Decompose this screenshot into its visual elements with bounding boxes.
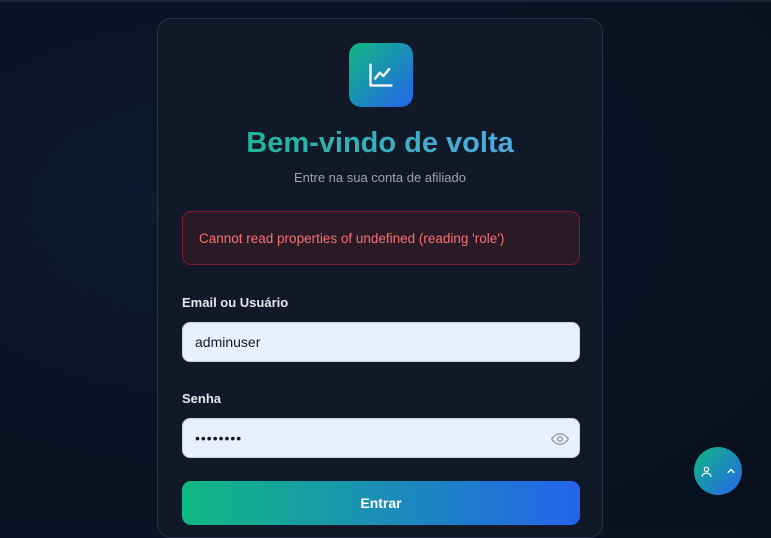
email-field-wrapper — [182, 322, 580, 362]
error-message: Cannot read properties of undefined (rea… — [199, 230, 505, 246]
floating-widget-button[interactable] — [694, 447, 742, 495]
login-card: Bem-vindo de volta Entre na sua conta de… — [157, 18, 603, 538]
error-alert: Cannot read properties of undefined (rea… — [182, 211, 580, 265]
email-field[interactable] — [195, 334, 567, 350]
password-field[interactable]: •••••••• — [195, 430, 242, 446]
chart-line-icon — [369, 63, 393, 87]
eye-icon[interactable] — [551, 430, 569, 448]
page-title: Bem-vindo de volta — [158, 127, 602, 160]
page-subtitle: Entre na sua conta de afiliado — [293, 170, 466, 185]
submit-button[interactable]: Entrar — [182, 481, 580, 525]
email-label: Email ou Usuário — [182, 295, 289, 310]
app-logo — [349, 43, 413, 107]
password-label: Senha — [182, 391, 222, 406]
user-icon — [700, 465, 713, 478]
password-field-wrapper: •••••••• — [182, 418, 580, 458]
chevron-up-icon — [725, 465, 737, 477]
top-border — [0, 0, 771, 2]
